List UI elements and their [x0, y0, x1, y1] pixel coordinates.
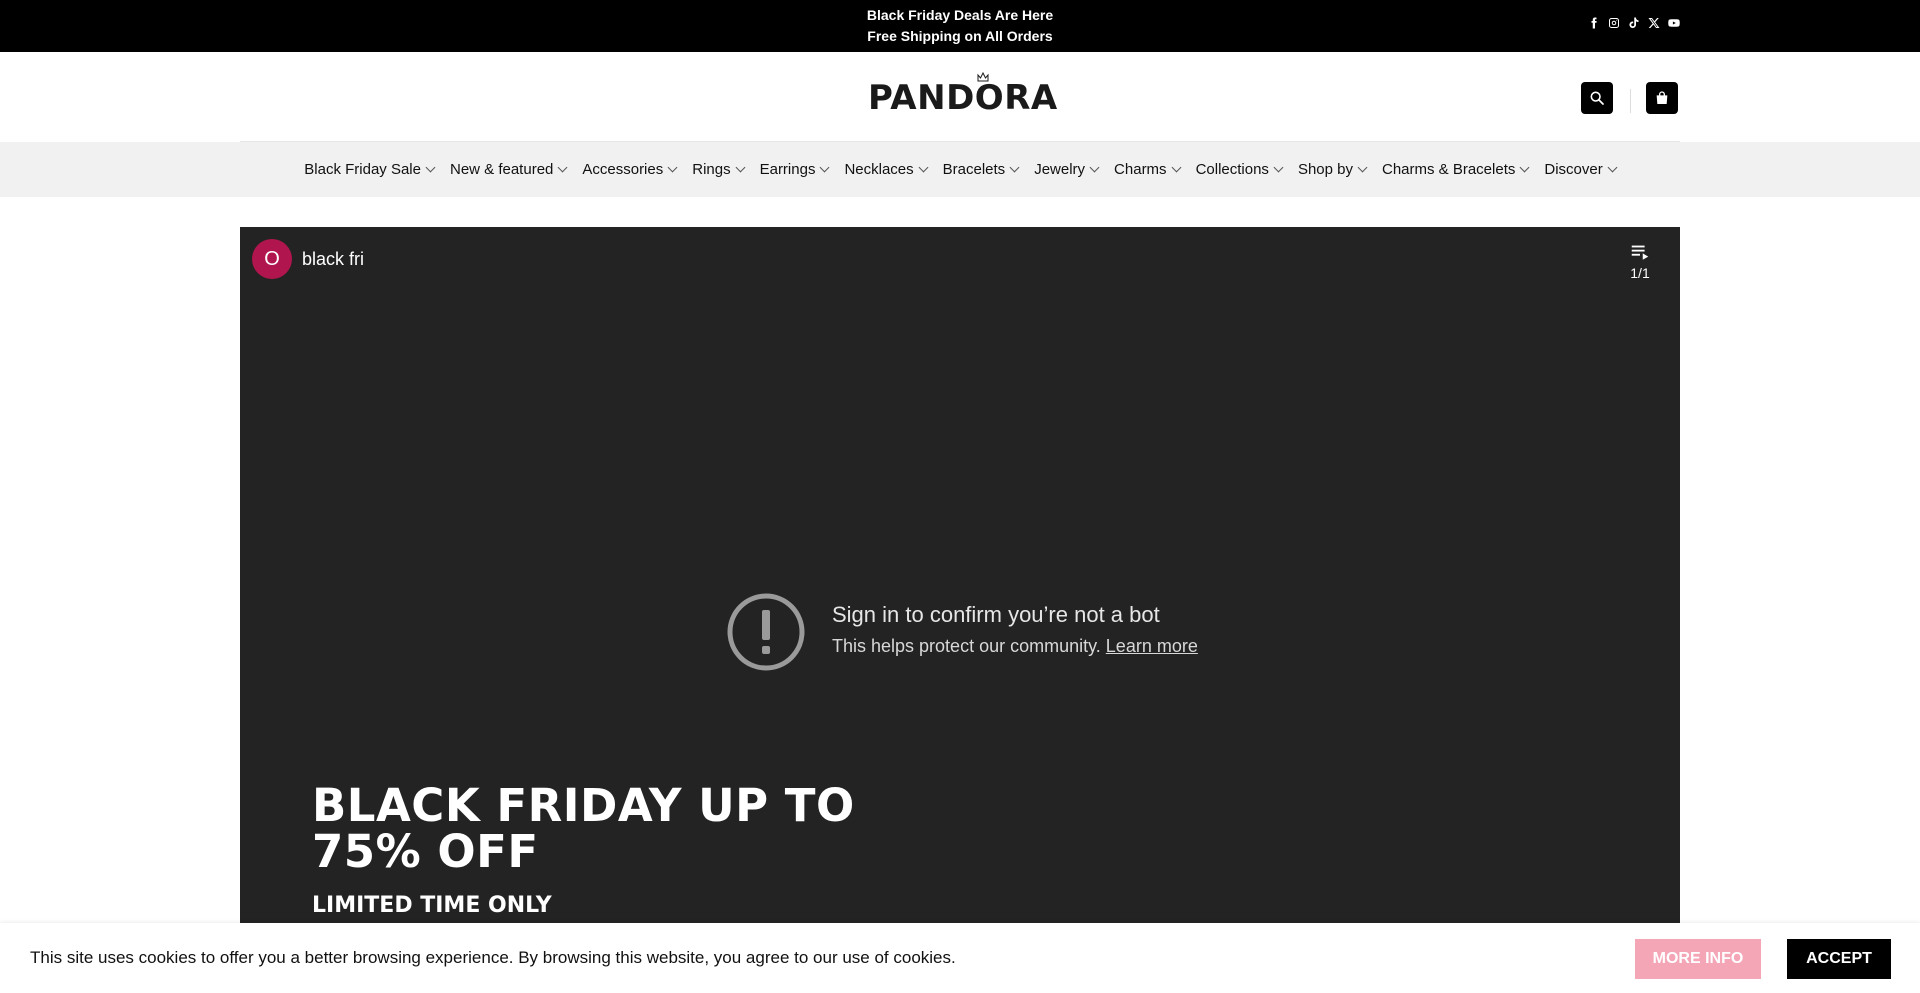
playlist-button[interactable]: 1/1 — [1620, 241, 1660, 281]
accept-button[interactable]: ACCEPT — [1787, 939, 1891, 979]
hero-title: BLACK FRIDAY UP TO 75% OFF — [312, 779, 855, 878]
chevron-down-icon — [1089, 162, 1100, 173]
youtube-icon[interactable] — [1668, 17, 1680, 29]
embedded-video-player[interactable]: O black fri 1/1 Sign in to confirm you’r… — [240, 227, 1680, 993]
x-icon[interactable] — [1648, 17, 1660, 29]
tiktok-icon[interactable] — [1628, 17, 1640, 29]
learn-more-link[interactable]: Learn more — [1106, 636, 1198, 656]
nav-item-label: Collections — [1195, 161, 1269, 178]
channel-avatar[interactable]: O — [252, 239, 292, 279]
site-header: PANDORA — [0, 52, 1920, 142]
chevron-down-icon — [820, 162, 830, 173]
nav-item-label: New & featured — [449, 161, 554, 178]
nav-item-label: Rings — [692, 161, 731, 178]
playlist-count: 1/1 — [1630, 265, 1650, 281]
bot-check-text: This helps protect our community. Learn … — [832, 636, 1198, 657]
social-links — [1588, 17, 1680, 29]
nav-item-label: Earrings — [759, 161, 816, 178]
nav-item-discover[interactable]: Discover — [1536, 161, 1623, 178]
cookie-message: This site uses cookies to offer you a be… — [30, 948, 956, 967]
video-title[interactable]: black fri — [302, 249, 364, 270]
shopping-bag-icon — [1656, 91, 1668, 104]
chevron-down-icon — [1009, 162, 1020, 173]
search-icon — [1590, 91, 1604, 105]
search-button[interactable] — [1581, 82, 1613, 114]
chevron-down-icon — [425, 162, 436, 173]
nav-item-necklaces[interactable]: Necklaces — [836, 161, 934, 178]
nav-item-jewelry[interactable]: Jewelry — [1026, 161, 1106, 178]
nav-item-label: Discover — [1544, 161, 1603, 178]
nav-item-label: Jewelry — [1034, 161, 1086, 178]
nav-item-label: Charms & Bracelets — [1381, 161, 1516, 178]
nav-item-accessories[interactable]: Accessories — [574, 161, 684, 178]
chevron-down-icon — [667, 162, 678, 173]
nav-item-label: Accessories — [582, 161, 664, 178]
nav-item-charms-bracelets[interactable]: Charms & Bracelets — [1374, 161, 1536, 178]
promo-line-2: Free Shipping on All Orders — [867, 28, 1053, 44]
nav-list: Black Friday Sale New & featured Accesso… — [0, 142, 1920, 197]
hero-subtitle: LIMITED TIME ONLY — [312, 893, 552, 918]
main-navigation: Black Friday Sale New & featured Accesso… — [0, 142, 1920, 197]
nav-item-earrings[interactable]: Earrings — [752, 161, 837, 178]
chevron-down-icon — [1273, 162, 1284, 173]
bot-check-message: Sign in to confirm you’re not a bot This… — [726, 592, 1246, 682]
nav-item-label: Charms — [1114, 161, 1167, 178]
instagram-icon[interactable] — [1608, 17, 1620, 29]
chevron-down-icon — [918, 162, 929, 173]
nav-item-charms[interactable]: Charms — [1106, 161, 1188, 178]
more-info-button[interactable]: MORE INFO — [1635, 939, 1761, 979]
logo-text: PANDORA — [868, 78, 1058, 118]
chevron-down-icon — [1357, 162, 1368, 173]
pandora-logo[interactable]: PANDORA — [868, 72, 1057, 118]
nav-item-new-featured[interactable]: New & featured — [442, 161, 574, 178]
header-divider — [1630, 89, 1631, 113]
nav-item-label: Black Friday Sale — [304, 161, 421, 178]
chevron-down-icon — [735, 162, 746, 173]
nav-item-black-friday-sale[interactable]: Black Friday Sale — [296, 161, 442, 178]
nav-item-label: Necklaces — [844, 161, 914, 178]
chevron-down-icon — [557, 162, 568, 173]
nav-item-bracelets[interactable]: Bracelets — [935, 161, 1027, 178]
nav-item-label: Bracelets — [942, 161, 1006, 178]
chevron-down-icon — [1607, 162, 1618, 173]
nav-item-shop-by[interactable]: Shop by — [1290, 161, 1374, 178]
chevron-down-icon — [1171, 162, 1182, 173]
cookie-banner: This site uses cookies to offer you a be… — [0, 923, 1920, 993]
announcement-bar: Black Friday Deals Are Here Free Shippin… — [0, 0, 1920, 52]
nav-item-collections[interactable]: Collections — [1188, 161, 1290, 178]
cart-button[interactable] — [1646, 82, 1678, 114]
bot-check-title: Sign in to confirm you’re not a bot — [832, 602, 1160, 627]
facebook-icon[interactable] — [1588, 17, 1600, 29]
nav-item-label: Shop by — [1297, 161, 1353, 178]
playlist-icon — [1631, 245, 1649, 260]
chevron-down-icon — [1519, 162, 1530, 173]
nav-item-rings[interactable]: Rings — [684, 161, 751, 178]
exclamation-icon — [727, 593, 805, 671]
bot-check-description: This helps protect our community. — [832, 636, 1101, 656]
